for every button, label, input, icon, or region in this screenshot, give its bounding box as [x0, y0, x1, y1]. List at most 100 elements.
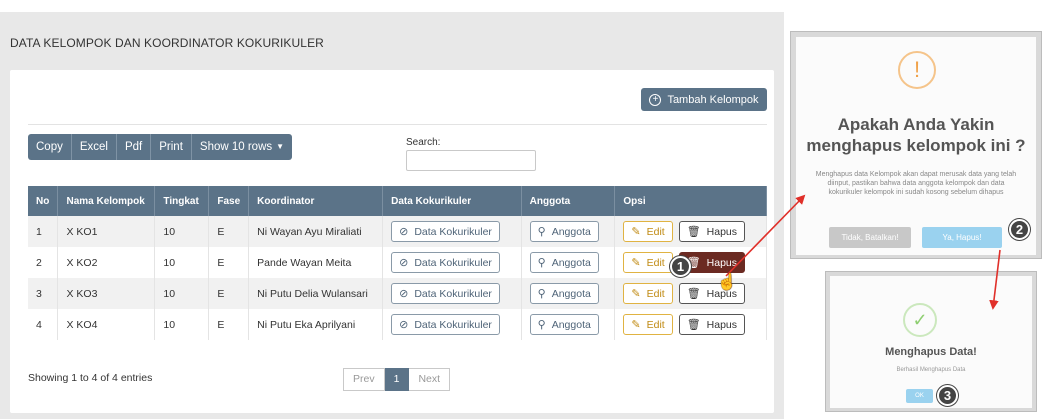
add-group-label: Tambah Kelompok: [667, 93, 759, 106]
exclamation-icon: !: [898, 51, 936, 89]
data-kokurikuler-label: Data Kokurikuler: [414, 318, 492, 331]
next-page-button[interactable]: Next: [409, 368, 451, 391]
data-kokurikuler-button[interactable]: ⊘ Data Kokurikuler: [391, 252, 500, 273]
confirm-delete-button[interactable]: Ya, Hapus!: [922, 227, 1002, 248]
delete-label: Hapus: [706, 225, 738, 238]
export-button-group: Copy Excel Pdf Print Show 10 rows ▼: [28, 134, 293, 160]
edit-icon: ✎: [631, 257, 641, 269]
cancel-button[interactable]: Tidak, Batalkan!: [829, 227, 911, 248]
data-kokurikuler-button[interactable]: ⊘ Data Kokurikuler: [391, 314, 500, 335]
cell-no: 1: [28, 216, 59, 247]
edit-button[interactable]: ✎ Edit: [623, 283, 673, 304]
cell-fase: E: [208, 278, 250, 309]
anggota-button[interactable]: ⚲ Anggota: [529, 283, 599, 304]
anggota-button[interactable]: ⚲ Anggota: [529, 252, 599, 273]
cell-fase: E: [208, 247, 250, 278]
edit-button[interactable]: ✎ Edit: [623, 252, 673, 273]
success-dialog-title: Menghapus Data!: [885, 346, 977, 358]
col-header-no: No: [28, 186, 59, 216]
users-icon: ⚲: [537, 257, 546, 269]
data-kokurikuler-label: Data Kokurikuler: [414, 256, 492, 269]
excel-button[interactable]: Excel: [71, 134, 117, 160]
col-header-anggota: Anggota: [521, 186, 616, 216]
cell-koordinator: Ni Putu Delia Wulansari: [248, 278, 384, 309]
search-label: Search:: [406, 137, 441, 148]
check-circle-icon: ⊘: [399, 319, 409, 331]
table-row: 3 X KO3 10 E Ni Putu Delia Wulansari ⊘ Da…: [28, 278, 767, 309]
cell-no: 3: [28, 278, 59, 309]
table-row: 2 X KO2 10 E Pande Wayan Meita ⊘ Data Kok…: [28, 247, 767, 278]
check-circle-icon: ⊘: [399, 257, 409, 269]
pagination: Prev 1 Next: [343, 368, 451, 391]
step-badge-2: 2: [1009, 219, 1030, 240]
col-header-koordinator: Koordinator: [248, 186, 384, 216]
edit-button[interactable]: ✎ Edit: [623, 221, 673, 242]
cell-tingkat: 10: [154, 309, 210, 340]
cell-no: 4: [28, 309, 59, 340]
search-input[interactable]: [406, 150, 536, 171]
add-group-button[interactable]: + Tambah Kelompok: [641, 88, 767, 111]
checkmark-icon: ✓: [903, 303, 937, 337]
page-length-label: Show 10 rows: [199, 141, 273, 153]
success-dialog-text: Berhasil Menghapus Data: [896, 367, 966, 373]
cell-opsi: ✎ Edit 🗑 Hapus: [614, 309, 767, 340]
trash-icon: 🗑: [686, 319, 701, 331]
cell-data-kokurikuler: ⊘ Data Kokurikuler: [382, 278, 522, 309]
edit-icon: ✎: [631, 288, 641, 300]
current-page-button[interactable]: 1: [384, 368, 410, 391]
edit-icon: ✎: [631, 226, 641, 238]
caret-down-icon: ▼: [276, 142, 285, 151]
cell-nama: X KO4: [57, 309, 156, 340]
confirm-dialog-title: Apakah Anda Yakin menghapus kelompok ini…: [806, 115, 1026, 155]
cell-anggota: ⚲ Anggota: [521, 247, 616, 278]
anggota-label: Anggota: [551, 287, 591, 300]
edit-button[interactable]: ✎ Edit: [623, 314, 673, 335]
hand-cursor-icon: ☝: [717, 274, 737, 291]
trash-icon: 🗑: [686, 226, 701, 238]
table-row: 4 X KO4 10 E Ni Putu Eka Aprilyani ⊘ Data…: [28, 309, 767, 340]
col-header-data-kokurikuler: Data Kokurikuler: [382, 186, 522, 216]
opsi-group: ✎ Edit 🗑 Hapus: [623, 314, 758, 335]
users-icon: ⚲: [537, 288, 546, 300]
cell-tingkat: 10: [154, 247, 210, 278]
anggota-button[interactable]: ⚲ Anggota: [529, 221, 599, 242]
cell-koordinator: Ni Putu Eka Aprilyani: [248, 309, 384, 340]
cell-nama: X KO2: [57, 247, 156, 278]
prev-page-button[interactable]: Prev: [343, 368, 385, 391]
users-icon: ⚲: [537, 319, 546, 331]
edit-label: Edit: [646, 318, 665, 331]
delete-button[interactable]: 🗑 Hapus: [678, 314, 746, 335]
data-kokurikuler-label: Data Kokurikuler: [414, 225, 492, 238]
check-circle-icon: ⊘: [399, 226, 409, 238]
table-info: Showing 1 to 4 of 4 entries: [28, 372, 153, 384]
delete-button[interactable]: 🗑 Hapus: [678, 221, 746, 242]
copy-button[interactable]: Copy: [28, 134, 72, 160]
edit-label: Edit: [646, 287, 665, 300]
divider: [28, 124, 767, 125]
step-badge-1: 1: [670, 256, 691, 277]
anggota-label: Anggota: [551, 318, 591, 331]
col-header-opsi: Opsi: [614, 186, 767, 216]
ok-button[interactable]: OK: [906, 389, 933, 403]
cell-tingkat: 10: [154, 216, 210, 247]
opsi-group: ✎ Edit 🗑 Hapus: [623, 221, 758, 242]
cell-nama: X KO1: [57, 216, 156, 247]
print-button[interactable]: Print: [151, 134, 192, 160]
cell-opsi: ✎ Edit 🗑 Hapus: [614, 216, 767, 247]
anggota-button[interactable]: ⚲ Anggota: [529, 314, 599, 335]
groups-table: No Nama Kelompok Tingkat Fase Koordinato…: [28, 186, 767, 340]
col-header-nama: Nama Kelompok: [57, 186, 156, 216]
plus-circle-icon: +: [649, 93, 662, 106]
page-length-dropdown[interactable]: Show 10 rows ▼: [191, 134, 293, 160]
cell-data-kokurikuler: ⊘ Data Kokurikuler: [382, 216, 522, 247]
cell-data-kokurikuler: ⊘ Data Kokurikuler: [382, 309, 522, 340]
cell-opsi: ✎ Edit 🗑 Hapus: [614, 247, 767, 278]
cell-tingkat: 10: [154, 278, 210, 309]
cell-fase: E: [208, 309, 250, 340]
cell-anggota: ⚲ Anggota: [521, 216, 616, 247]
data-kokurikuler-button[interactable]: ⊘ Data Kokurikuler: [391, 283, 500, 304]
pdf-button[interactable]: Pdf: [116, 134, 152, 160]
col-header-fase: Fase: [208, 186, 250, 216]
cell-anggota: ⚲ Anggota: [521, 309, 616, 340]
data-kokurikuler-button[interactable]: ⊘ Data Kokurikuler: [391, 221, 500, 242]
